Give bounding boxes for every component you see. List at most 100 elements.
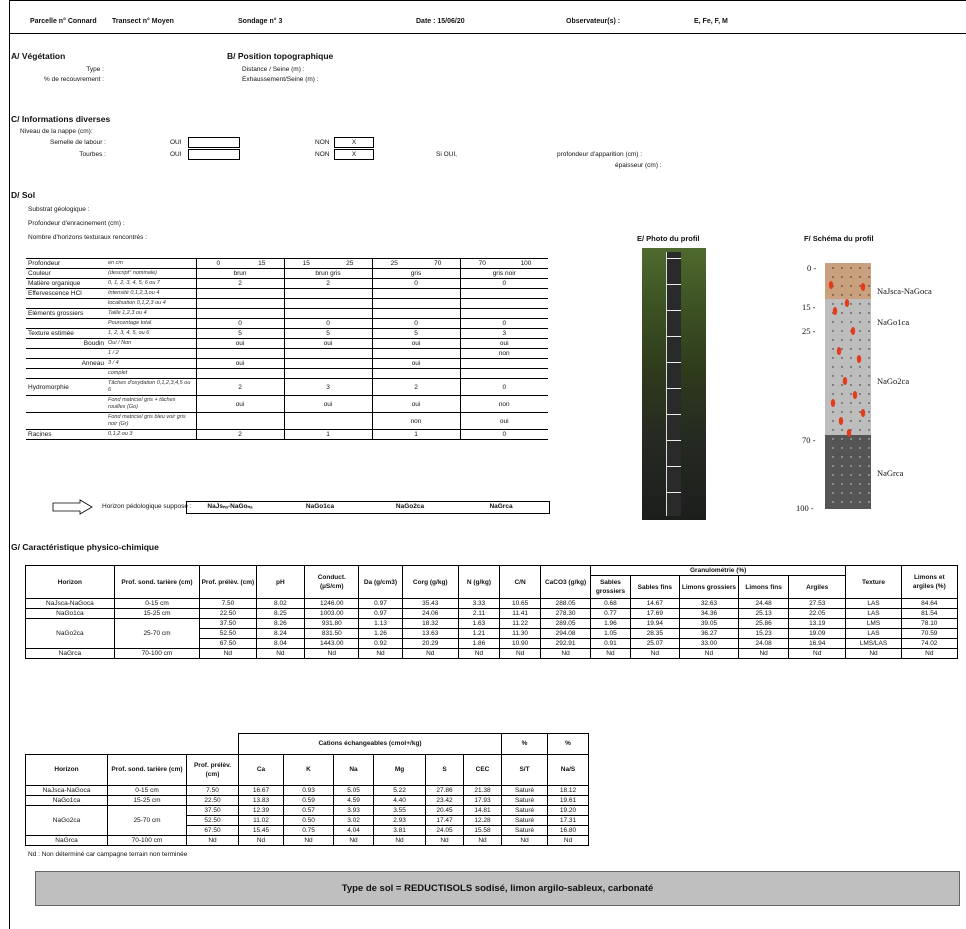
cations-cell: 0.93 <box>283 784 335 796</box>
arrow-right-icon <box>52 499 93 515</box>
soil-cell: oui <box>195 395 284 413</box>
physico-cell: 288.05 <box>540 598 591 609</box>
physico-cell: 0.97 <box>358 608 403 619</box>
topo-distance-label: Distance / Seine (m) : <box>242 66 305 73</box>
soil-cell: 15 <box>240 258 284 269</box>
observateur-label: Observateur(s) : <box>566 18 621 25</box>
cations-cell: 0-15 cm <box>107 784 187 796</box>
physico-cell: NaJsca-NaGoca <box>25 598 115 609</box>
horizon-suppose-1: NaJsₙₐ-NaGoₙₐ <box>207 503 253 510</box>
soil-cell: oui <box>283 338 372 349</box>
infos-title: C/ Informations diverses <box>11 114 111 124</box>
soil-cell: 2 <box>195 278 284 289</box>
physico-cell: Nd <box>401 648 459 659</box>
cations-cell: 4.40 <box>373 794 427 806</box>
cations-header-cell: S <box>425 753 465 786</box>
physico-cell: Nd <box>358 648 403 659</box>
physico-cell: LMS/LAS <box>845 638 902 649</box>
physico-header-cell: Limons et argiles (%) <box>900 565 959 599</box>
soil-row-label: Anneau <box>26 358 106 369</box>
cations-header-cell: Na/S <box>547 753 590 786</box>
physico-cell: 67.50 <box>199 638 257 649</box>
cations-cell: 16.67 <box>238 784 285 796</box>
physico-header-cell: Sables fins <box>629 575 680 599</box>
physico-cell: Nd <box>589 648 631 659</box>
cations-cell: 52.50 <box>185 814 240 826</box>
enracinement-label: Profondeur d'enracinement (cm) : <box>28 220 125 227</box>
physico-header-cell: Sables grossiers <box>589 575 631 599</box>
physico-cell: 34.36 <box>678 608 740 619</box>
physico-cell: 3.33 <box>457 598 501 609</box>
nb-horizons-label: Nombre d'horizons texturaux rencontrés : <box>28 234 148 241</box>
soil-cell <box>195 412 284 430</box>
physico-cell: LAS <box>845 608 902 619</box>
physico-cell: 70-100 cm <box>113 648 201 659</box>
vegetation-title: A/ Végétation <box>11 51 66 61</box>
observateurs: E, Fe, F, M <box>694 18 728 25</box>
physico-cell: 1.21 <box>457 628 501 639</box>
cations-cell: 16.80 <box>547 824 590 836</box>
vegetation-type-label: Type : <box>86 66 104 73</box>
cations-cell: 67.50 <box>185 824 240 836</box>
cations-cell: NaGo1ca <box>25 794 108 806</box>
schema-horizon-2: NaGo1ca <box>877 317 910 327</box>
horizon-suppose-2: NaGo1ca <box>305 503 335 510</box>
soil-cell: 70 <box>459 258 504 269</box>
semelle-label: Semelle de labour : <box>49 139 106 146</box>
cations-cell: Nd <box>373 834 427 846</box>
soil-cell: oui <box>459 412 548 430</box>
physico-cell: Nd <box>499 648 542 659</box>
soil-cell: 0 <box>195 258 240 269</box>
horizon-suppose-label: Horizon pédologique supposé : <box>102 503 192 510</box>
profondeur-apparition-label: profondeur d'apparition (cm) : <box>557 151 643 158</box>
epaisseur-label: épaisseur (cm) : <box>615 162 662 169</box>
cations-cell: NaGo2ca <box>25 804 108 836</box>
soil-row: Couleur (descript° nominale) brun brun gris… <box>26 268 548 279</box>
semelle-oui-box[interactable] <box>188 137 240 148</box>
physico-cell: 8.24 <box>255 628 306 639</box>
soil-cell <box>195 298 284 309</box>
date: Date : 15/06/20 <box>416 18 465 25</box>
schema-depth-0: 0 - <box>807 263 817 273</box>
physico-cell: 0.91 <box>589 638 631 649</box>
soil-cell: oui <box>371 358 460 369</box>
header-divider <box>9 33 966 34</box>
physico-cell: 19.94 <box>629 618 680 629</box>
soil-cell: brun gris <box>283 268 372 279</box>
ruler <box>666 252 681 516</box>
cations-cell: Nd <box>238 834 285 846</box>
physico-cell: 1.13 <box>358 618 403 629</box>
soil-row-hint: Oui / Non <box>106 338 196 349</box>
physico-cell: 13.19 <box>787 618 847 629</box>
physico-header-cell: C/N <box>499 565 542 599</box>
physico-cell: Nd <box>787 648 847 659</box>
soil-row: localisation 0,1,2,3 ou 4 <box>26 298 548 309</box>
cations-group-header: Cations échangeables (cmol+/kg) <box>238 733 503 755</box>
soil-cell <box>459 298 548 309</box>
physico-cell: 294.08 <box>540 628 591 639</box>
physico-cell: 7.50 <box>199 598 257 609</box>
soil-cell <box>283 358 372 369</box>
tourbes-non-box[interactable]: X <box>334 149 374 160</box>
soil-row: Effervescence HCl Intensité 0,1,2,3,ou 4 <box>26 288 548 299</box>
soil-row-label: Hydromorphie <box>26 378 106 396</box>
soil-cell: 15 <box>283 258 328 269</box>
physico-cell: Nd <box>540 648 591 659</box>
cations-cell: Saturé <box>501 794 549 806</box>
schema-depth-15: 15 - <box>802 302 816 312</box>
cations-cell: 12.39 <box>238 804 285 816</box>
physico-cell: 0.97 <box>358 598 403 609</box>
physico-cell: 13.63 <box>401 628 459 639</box>
tourbes-oui-box[interactable] <box>188 149 240 160</box>
soil-cell <box>459 368 548 379</box>
soil-cell: non <box>459 348 548 359</box>
soil-row-hint: Pourcentage total <box>106 318 196 329</box>
semelle-non-box[interactable]: X <box>334 137 374 148</box>
schema-horizon-4: NaGrca <box>877 468 904 478</box>
cations-cell: 17.93 <box>463 794 503 806</box>
cations-cell: 3.81 <box>373 824 427 836</box>
physico-cell: Nd <box>457 648 501 659</box>
cations-cell: Nd <box>425 834 465 846</box>
soil-row-label: Racines <box>26 429 106 440</box>
soil-row-label: Couleur <box>26 268 106 279</box>
